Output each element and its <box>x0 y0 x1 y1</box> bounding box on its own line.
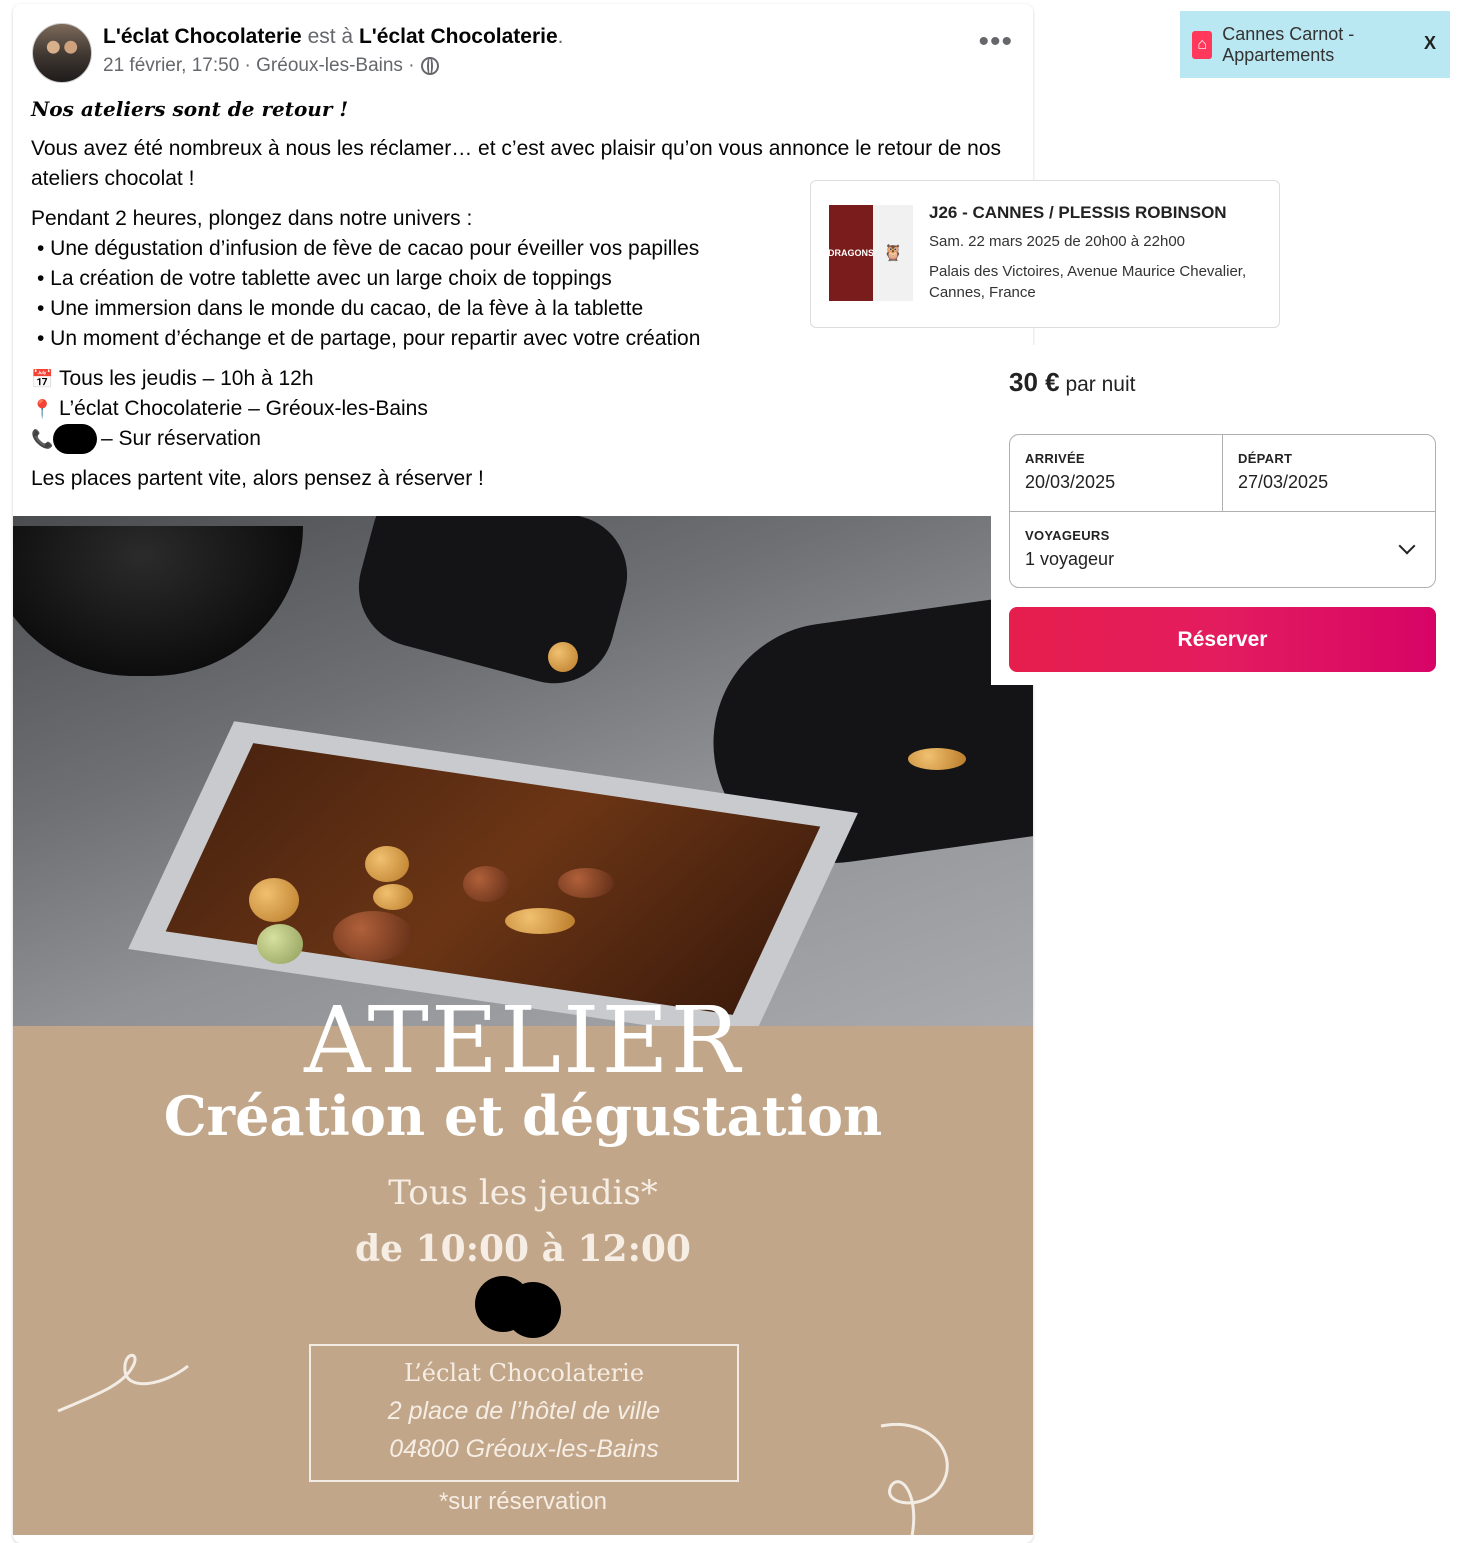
schedule-line: 📅 Tous les jeudis – 10h à 12h <box>31 364 1021 394</box>
more-options-button[interactable]: ••• <box>978 27 1013 57</box>
airbnb-icon: ⌂ <box>1192 30 1213 59</box>
nut-shape <box>249 878 299 922</box>
phone-line: 📞 – Sur réservation <box>31 424 1021 455</box>
ad-banner[interactable]: ⌂ Cannes Carnot - Appartements X <box>1180 11 1450 78</box>
poster-title: ATELIER <box>304 987 742 1094</box>
post-meta: 21 février, 17:50 · Gréoux-les-Bains · <box>103 55 439 77</box>
price-line: 30 € par nuit <box>1009 367 1136 398</box>
headline-suffix: ! <box>332 97 349 121</box>
reserve-button[interactable]: Réserver <box>1009 607 1436 672</box>
place-line: 📍 L’éclat Chocolaterie – Gréoux-les-Bains <box>31 394 1021 424</box>
guests-value: 1 voyageur <box>1025 549 1115 569</box>
departure-value: 27/03/2025 <box>1238 472 1329 492</box>
post-closing: Les places partent vite, alors pensez à … <box>31 467 484 491</box>
author-name-link[interactable]: L'éclat Chocolaterie <box>103 25 302 48</box>
post-image[interactable]: ATELIER Création et dégustation Tous les… <box>13 516 1033 1535</box>
owl-logo-icon: 🦉 <box>873 205 913 301</box>
schedule-text: Tous les jeudis – 10h à 12h <box>59 367 314 390</box>
poster-address-city: 04800 Gréoux-les-Bains <box>389 1435 659 1463</box>
arrival-field[interactable]: ARRIVÉE 20/03/2025 <box>1010 435 1223 511</box>
post-header: L'éclat Chocolaterie est à L'éclat Choco… <box>103 24 564 50</box>
poster-address-box: L’éclat Chocolaterie 2 place de l’hôtel … <box>309 1344 739 1482</box>
author-avatar[interactable] <box>32 23 92 83</box>
ad-banner-text[interactable]: Cannes Carnot - Appartements <box>1222 24 1450 66</box>
poster-subtitle: Création et dégustation <box>163 1084 883 1148</box>
nut-shape <box>333 911 413 961</box>
headline-text: Nos ateliers sont de retour <box>31 97 333 121</box>
event-place: Palais des Victoires, Avenue Maurice Che… <box>929 263 1247 301</box>
poster-address-name: L’éclat Chocolaterie <box>403 1359 645 1387</box>
list-item: • Un moment d’échange et de partage, pou… <box>37 327 701 350</box>
guests-select[interactable]: VOYAGEURS 1 voyageur <box>1010 511 1435 588</box>
nut-shape <box>365 846 409 882</box>
event-thumbnail: DRAGONS 🦉 <box>828 205 913 301</box>
glove-shape <box>345 516 641 697</box>
close-icon[interactable]: X <box>1424 33 1436 54</box>
booking-widget: 30 € par nuit ARRIVÉE 20/03/2025 DÉPART … <box>991 345 1463 685</box>
swirl-decoration <box>57 1353 189 1413</box>
nut-shape <box>558 868 614 898</box>
event-title[interactable]: J26 - CANNES / PLESSIS ROBINSON <box>929 203 1227 223</box>
post-headline: Nos ateliers sont de retour ! <box>31 94 1021 124</box>
redacted-logo <box>475 1276 565 1338</box>
swirl-decoration <box>880 1423 949 1535</box>
chocolate-photo <box>13 516 1033 1041</box>
event-card[interactable]: DRAGONS 🦉 J26 - CANNES / PLESSIS ROBINSO… <box>810 180 1280 328</box>
poster-address-street: 2 place de l’hôtel de ville <box>387 1397 661 1425</box>
poster-hours: de 10:00 à 12:00 <box>355 1228 691 1270</box>
phone-icon: 📞 <box>31 429 54 449</box>
redacted-phone <box>53 424 97 455</box>
pin-icon: 📍 <box>31 399 54 419</box>
globe-icon <box>420 57 439 75</box>
arrival-label: ARRIVÉE <box>1025 451 1085 466</box>
nut-shape <box>463 866 509 902</box>
nut-shape <box>548 642 578 672</box>
departure-label: DÉPART <box>1238 451 1293 466</box>
location-page-link[interactable]: L'éclat Chocolaterie <box>359 25 558 48</box>
connector-text: est à <box>301 25 359 48</box>
bowl-shape <box>13 526 303 676</box>
redaction-blob <box>505 1282 561 1338</box>
nut-shape <box>257 924 303 964</box>
departure-field[interactable]: DÉPART 27/03/2025 <box>1223 435 1436 511</box>
phone-suffix: – Sur réservation <box>101 427 261 450</box>
calendar-icon: 📅 <box>31 369 54 389</box>
period-text: . <box>557 25 564 48</box>
nut-shape <box>505 908 575 934</box>
team-logo-icon: DRAGONS <box>828 205 874 301</box>
price-value: 30 € <box>1009 367 1060 397</box>
nut-shape <box>908 748 966 770</box>
dates-box: ARRIVÉE 20/03/2025 DÉPART 27/03/2025 VOY… <box>1009 434 1436 588</box>
arrival-value: 20/03/2025 <box>1025 472 1116 492</box>
poster-days: Tous les jeudis* <box>388 1173 658 1213</box>
guests-label: VOYAGEURS <box>1025 528 1110 543</box>
post-date-location[interactable]: 21 février, 17:50 · Gréoux-les-Bains · <box>103 55 415 77</box>
event-date: Sam. 22 mars 2025 de 20h00 à 22h00 <box>929 233 1186 250</box>
nut-shape <box>373 884 413 910</box>
place-text: L’éclat Chocolaterie – Gréoux-les-Bains <box>59 397 428 420</box>
price-unit: par nuit <box>1059 373 1136 396</box>
